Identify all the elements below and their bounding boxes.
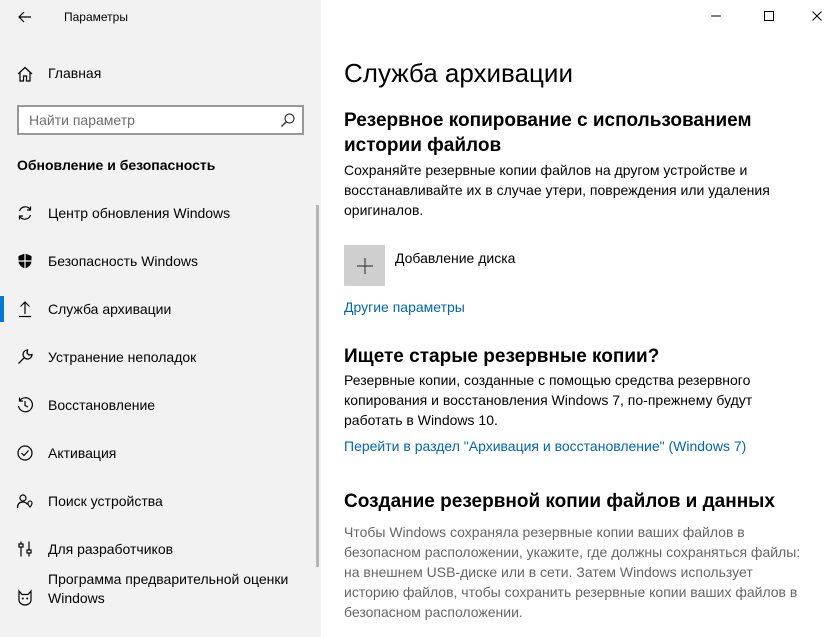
sidebar-item-recovery[interactable]: Восстановление	[0, 382, 316, 428]
sidebar-section-title: Обновление и безопасность	[17, 157, 216, 173]
app-title: Параметры	[64, 10, 128, 24]
sidebar-item-windows-update[interactable]: Центр обновления Windows	[0, 190, 316, 236]
wrench-icon	[18, 349, 33, 364]
sidebar-item-label: Безопасность Windows	[48, 253, 198, 269]
active-indicator	[0, 296, 4, 322]
sidebar-item-label: Для разработчиков	[48, 541, 174, 557]
plus-icon	[356, 257, 373, 274]
insider-cat-icon	[18, 589, 32, 606]
old-backup-description: Резервные копии, созданные с помощью сре…	[344, 372, 753, 428]
backup-restore-win7-link[interactable]: Перейти в раздел "Архивация и восстановл…	[344, 438, 746, 454]
sidebar-scrollbar[interactable]	[316, 205, 319, 567]
sidebar-item-label: Устранение неполадок	[48, 349, 197, 365]
sidebar-item-windows-security[interactable]: Безопасность Windows	[0, 238, 316, 284]
sidebar-item-developers[interactable]: Для разработчиков	[0, 526, 316, 572]
person-pin-icon	[16, 494, 33, 509]
shield-icon	[18, 253, 32, 269]
file-history-heading: Резервное копирование с использованием и…	[344, 110, 752, 156]
sliders-icon	[18, 541, 32, 557]
search-input[interactable]	[19, 107, 274, 133]
title-bar: Параметры	[0, 0, 321, 34]
main-content: Служба архивации Резервное копирование с…	[321, 0, 840, 637]
add-drive-button[interactable]	[344, 245, 385, 286]
sidebar-item-home[interactable]: Главная	[0, 56, 321, 90]
backup-arrow-icon	[19, 301, 31, 318]
sidebar-item-label: Главная	[48, 65, 102, 81]
sidebar-item-label: Активация	[48, 445, 117, 461]
sidebar-item-label: Восстановление	[48, 397, 156, 413]
sidebar: Параметры Главная Обновление и безопасно…	[0, 0, 321, 637]
sidebar-item-find-device[interactable]: Поиск устройства	[0, 478, 316, 524]
sidebar-item-backup[interactable]: Служба архивации	[0, 286, 316, 332]
search-icon[interactable]	[280, 112, 296, 128]
page-title: Служба архивации	[344, 58, 573, 88]
file-history-description: Сохраняйте резервные копии файлов на дру…	[344, 162, 770, 218]
maximize-button[interactable]	[746, 0, 792, 32]
back-arrow-icon	[18, 11, 31, 23]
sidebar-item-troubleshoot[interactable]: Устранение неполадок	[0, 334, 316, 380]
sync-icon	[18, 206, 32, 220]
sidebar-item-label: Служба архивации	[48, 301, 172, 317]
create-backup-heading: Создание резервной копии файлов и данных	[344, 491, 775, 512]
sidebar-item-label: Программа предварительной оценки Windows	[48, 571, 289, 606]
check-circle-icon	[17, 445, 33, 461]
home-icon	[17, 66, 33, 82]
minimize-button[interactable]	[693, 0, 739, 32]
back-button[interactable]	[10, 4, 40, 30]
search-box[interactable]	[17, 105, 304, 135]
close-icon	[812, 11, 822, 21]
sidebar-item-label: Центр обновления Windows	[48, 205, 231, 221]
settings-window: Параметры Главная Обновление и безопасно…	[0, 0, 840, 637]
history-icon	[17, 397, 33, 413]
sidebar-item-activation[interactable]: Активация	[0, 430, 316, 476]
create-backup-description: Чтобы Windows сохраняла резервные копии …	[344, 524, 801, 620]
more-options-link[interactable]: Другие параметры	[344, 299, 465, 315]
minimize-icon	[711, 15, 721, 17]
close-button[interactable]	[794, 0, 840, 32]
maximize-icon	[764, 11, 774, 21]
sidebar-item-label: Поиск устройства	[48, 493, 163, 509]
old-backup-heading: Ищете старые резервные копии?	[344, 346, 660, 367]
add-drive-label[interactable]: Добавление диска	[395, 250, 515, 266]
sidebar-item-insider[interactable]: Программа предварительной оценки Windows	[0, 571, 316, 622]
